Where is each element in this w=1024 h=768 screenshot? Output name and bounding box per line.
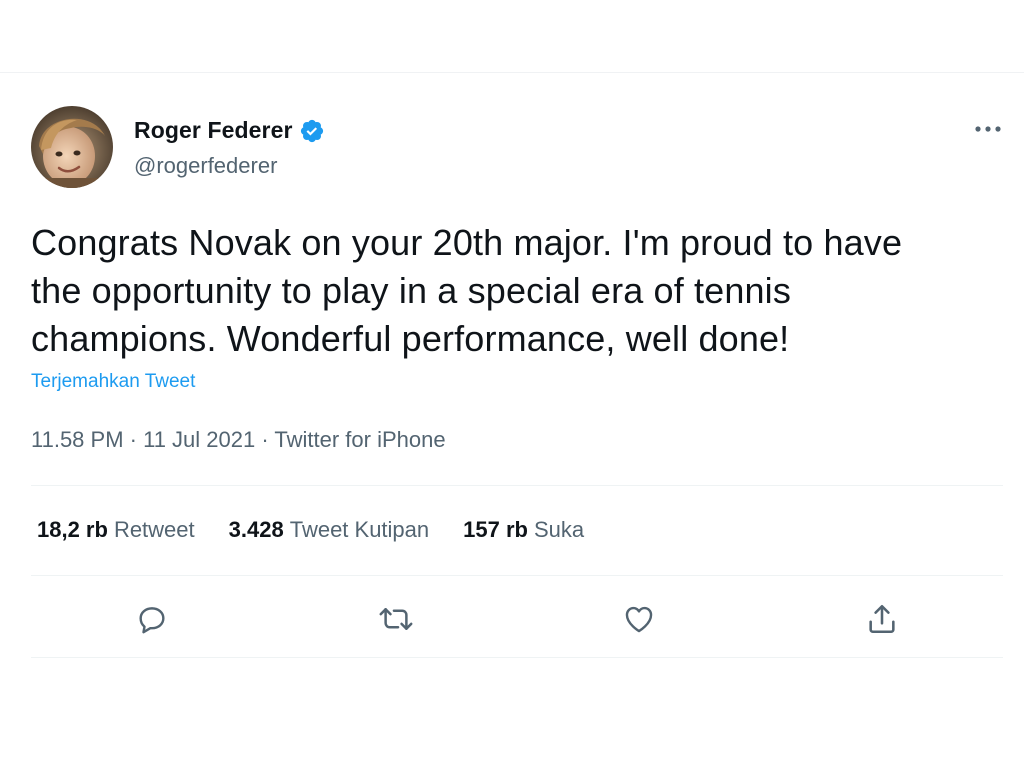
verified-badge-icon — [299, 118, 325, 144]
more-options-icon[interactable] — [970, 115, 1006, 143]
tweet-card: Roger Federer @rogerfederer Congrats Nov… — [0, 72, 1024, 673]
quote-tweet-count-value: 3.428 — [228, 517, 284, 542]
retweet-icon[interactable] — [376, 599, 416, 639]
tweet-date[interactable]: 11 Jul 2021 — [143, 427, 255, 452]
engagement-stats: 18,2 rb Retweet 3.428 Tweet Kutipan 157 rb… — [37, 517, 618, 543]
like-count[interactable]: 157 rb Suka — [463, 517, 584, 543]
divider — [31, 485, 1003, 486]
tweet-source[interactable]: Twitter for iPhone — [274, 427, 445, 452]
retweet-count-value: 18,2 rb — [37, 517, 108, 542]
share-icon[interactable] — [862, 599, 902, 639]
display-name[interactable]: Roger Federer — [134, 117, 293, 144]
reply-icon[interactable] — [132, 599, 172, 639]
like-icon[interactable] — [619, 599, 659, 639]
user-handle[interactable]: @rogerfederer — [134, 153, 277, 179]
tweet-time[interactable]: 11.58 PM — [31, 427, 124, 452]
tweet-text: Congrats Novak on your 20th major. I'm p… — [31, 222, 903, 359]
quote-tweet-count-label: Tweet Kutipan — [289, 517, 430, 542]
like-count-value: 157 rb — [463, 517, 528, 542]
author-name-row: Roger Federer — [134, 117, 325, 144]
retweet-count[interactable]: 18,2 rb Retweet — [37, 517, 195, 543]
meta-separator: · — [255, 427, 275, 452]
retweet-count-label: Retweet — [113, 517, 195, 542]
profile-photo-icon — [31, 106, 113, 188]
tweet-metadata: 11.58 PM · 11 Jul 2021 · Twitter for iPh… — [31, 427, 446, 453]
like-count-label: Suka — [533, 517, 585, 542]
divider — [31, 575, 1003, 576]
meta-separator: · — [123, 427, 144, 452]
divider — [31, 657, 1003, 658]
avatar[interactable] — [31, 106, 113, 188]
quote-tweet-count[interactable]: 3.428 Tweet Kutipan — [229, 517, 430, 543]
translate-tweet-link[interactable]: Terjemahkan Tweet — [31, 371, 195, 393]
